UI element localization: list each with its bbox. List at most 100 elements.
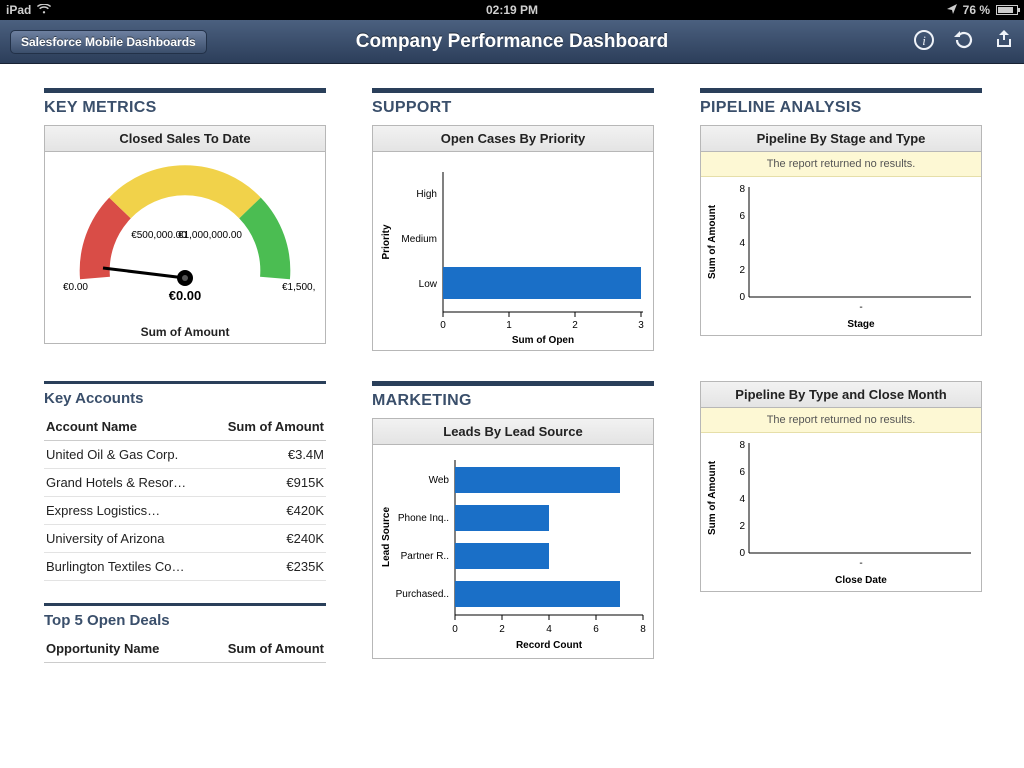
gauge-caption: Sum of Amount	[45, 325, 325, 339]
svg-text:Record Count: Record Count	[516, 640, 583, 651]
refresh-icon[interactable]	[954, 30, 974, 53]
share-icon[interactable]	[994, 30, 1014, 53]
table-row[interactable]: University of Arizona€240K	[44, 525, 326, 553]
svg-text:High: High	[416, 189, 437, 200]
section-rule	[700, 88, 982, 93]
table-row[interactable]: Burlington Textiles Co…€235K	[44, 553, 326, 581]
back-label: Salesforce Mobile Dashboards	[21, 35, 196, 49]
svg-text:€1,000,000.00: €1,000,000.00	[178, 230, 242, 241]
section-key-accounts: Key Accounts Account Name Sum of Amount …	[44, 381, 326, 663]
wifi-icon	[37, 3, 51, 17]
svg-text:-: -	[859, 558, 862, 569]
dashboard-content: KEY METRICS Closed Sales To Date €0.00 €…	[0, 64, 1024, 687]
svg-text:-: -	[859, 302, 862, 313]
section-title-key-metrics: KEY METRICS	[44, 99, 326, 117]
info-icon[interactable]: i	[914, 30, 934, 53]
section-support: SUPPORT Open Cases By Priority 0 1	[372, 88, 654, 351]
svg-text:6: 6	[739, 467, 745, 478]
svg-text:0: 0	[739, 292, 745, 303]
pipeline-stage-chart: 0 2 4 6 8 - Stage Sum of Amount	[701, 177, 981, 332]
card-title: Pipeline By Stage and Type	[701, 126, 981, 152]
key-accounts-table: Account Name Sum of Amount United Oil & …	[44, 413, 326, 581]
card-open-cases[interactable]: Open Cases By Priority 0 1 2	[372, 125, 654, 351]
svg-text:Stage: Stage	[847, 319, 875, 330]
col-opportunity-name: Opportunity Name	[44, 635, 196, 663]
svg-text:Priority: Priority	[381, 224, 392, 259]
battery-pct: 76 %	[963, 3, 990, 17]
section-rule	[372, 381, 654, 386]
card-title: Leads By Lead Source	[373, 419, 653, 445]
status-time: 02:19 PM	[486, 3, 538, 17]
svg-text:Medium: Medium	[401, 234, 437, 245]
svg-text:2: 2	[572, 320, 578, 331]
section-pipeline-close: Pipeline By Type and Close Month The rep…	[700, 381, 982, 663]
card-pipeline-close[interactable]: Pipeline By Type and Close Month The rep…	[700, 381, 982, 592]
svg-text:3: 3	[638, 320, 644, 331]
svg-text:4: 4	[739, 494, 745, 505]
section-title-top-deals: Top 5 Open Deals	[44, 612, 326, 629]
svg-text:Lead Source: Lead Source	[381, 507, 392, 567]
table-row[interactable]: United Oil & Gas Corp.€3.4M	[44, 441, 326, 469]
svg-text:4: 4	[739, 238, 745, 249]
gauge-chart: €0.00 €500,000.00 €1,000,000.00 €1,500,0…	[55, 158, 315, 318]
svg-text:Web: Web	[429, 475, 450, 486]
back-button[interactable]: Salesforce Mobile Dashboards	[10, 30, 207, 54]
table-row[interactable]: Express Logistics…€420K	[44, 497, 326, 525]
device-label: iPad	[6, 3, 31, 17]
svg-text:8: 8	[739, 184, 745, 195]
battery-icon	[996, 5, 1018, 15]
ios-status-bar: iPad 02:19 PM 76 %	[0, 0, 1024, 20]
col-sum-amount: Sum of Amount	[196, 635, 326, 663]
section-marketing: MARKETING Leads By Lead Source 0	[372, 381, 654, 663]
section-title-pipeline: PIPELINE ANALYSIS	[700, 99, 982, 117]
table-row[interactable]: Grand Hotels & Resor…€915K	[44, 469, 326, 497]
col-sum-amount: Sum of Amount	[210, 413, 326, 441]
leads-chart: 0 2 4 6 8 Web Phone Inq.. Partner R.. Pu…	[373, 445, 653, 655]
card-title: Pipeline By Type and Close Month	[701, 382, 981, 408]
card-title: Closed Sales To Date	[45, 126, 325, 152]
card-pipeline-stage[interactable]: Pipeline By Stage and Type The report re…	[700, 125, 982, 336]
svg-text:Sum of Open: Sum of Open	[512, 335, 574, 346]
no-results-banner: The report returned no results.	[701, 408, 981, 433]
no-results-banner: The report returned no results.	[701, 152, 981, 177]
section-title-marketing: MARKETING	[372, 392, 654, 410]
page-title: Company Performance Dashboard	[356, 31, 669, 53]
svg-text:0: 0	[739, 548, 745, 559]
svg-text:Sum of Amount: Sum of Amount	[707, 460, 718, 535]
section-rule	[44, 603, 326, 606]
open-cases-chart: 0 1 2 3 High Medium Low Sum of Open Prio…	[373, 152, 653, 347]
svg-text:Low: Low	[419, 279, 438, 290]
svg-text:2: 2	[499, 624, 505, 635]
pipeline-close-chart: 0 2 4 6 8 - Close Date Sum of Amount	[701, 433, 981, 588]
svg-text:Close Date: Close Date	[835, 575, 887, 586]
svg-text:4: 4	[546, 624, 552, 635]
section-key-metrics: KEY METRICS Closed Sales To Date €0.00 €…	[44, 88, 326, 351]
section-pipeline-analysis: PIPELINE ANALYSIS Pipeline By Stage and …	[700, 88, 982, 351]
card-closed-sales[interactable]: Closed Sales To Date €0.00 €500,000.00 €…	[44, 125, 326, 344]
svg-text:Phone Inq..: Phone Inq..	[398, 513, 449, 524]
svg-text:Partner R..: Partner R..	[401, 551, 449, 562]
section-title-key-accounts: Key Accounts	[44, 390, 326, 407]
svg-text:8: 8	[739, 440, 745, 451]
svg-text:0: 0	[452, 624, 458, 635]
svg-text:€1,500,000.00: €1,500,000.00	[282, 282, 315, 293]
svg-text:Purchased..: Purchased..	[396, 589, 449, 600]
svg-text:€0.00: €0.00	[63, 282, 88, 293]
section-title-support: SUPPORT	[372, 99, 654, 117]
card-leads[interactable]: Leads By Lead Source 0 2 4	[372, 418, 654, 659]
section-rule	[372, 88, 654, 93]
section-rule	[44, 381, 326, 384]
location-icon	[947, 3, 957, 17]
svg-text:1: 1	[506, 320, 512, 331]
svg-text:Sum of Amount: Sum of Amount	[707, 204, 718, 279]
svg-text:2: 2	[739, 521, 745, 532]
svg-text:6: 6	[739, 211, 745, 222]
svg-text:€0.00: €0.00	[169, 288, 202, 303]
svg-text:i: i	[922, 33, 926, 48]
card-title: Open Cases By Priority	[373, 126, 653, 152]
app-navbar: Salesforce Mobile Dashboards Company Per…	[0, 20, 1024, 64]
svg-text:8: 8	[640, 624, 646, 635]
svg-text:6: 6	[593, 624, 599, 635]
col-account-name: Account Name	[44, 413, 210, 441]
section-rule	[44, 88, 326, 93]
